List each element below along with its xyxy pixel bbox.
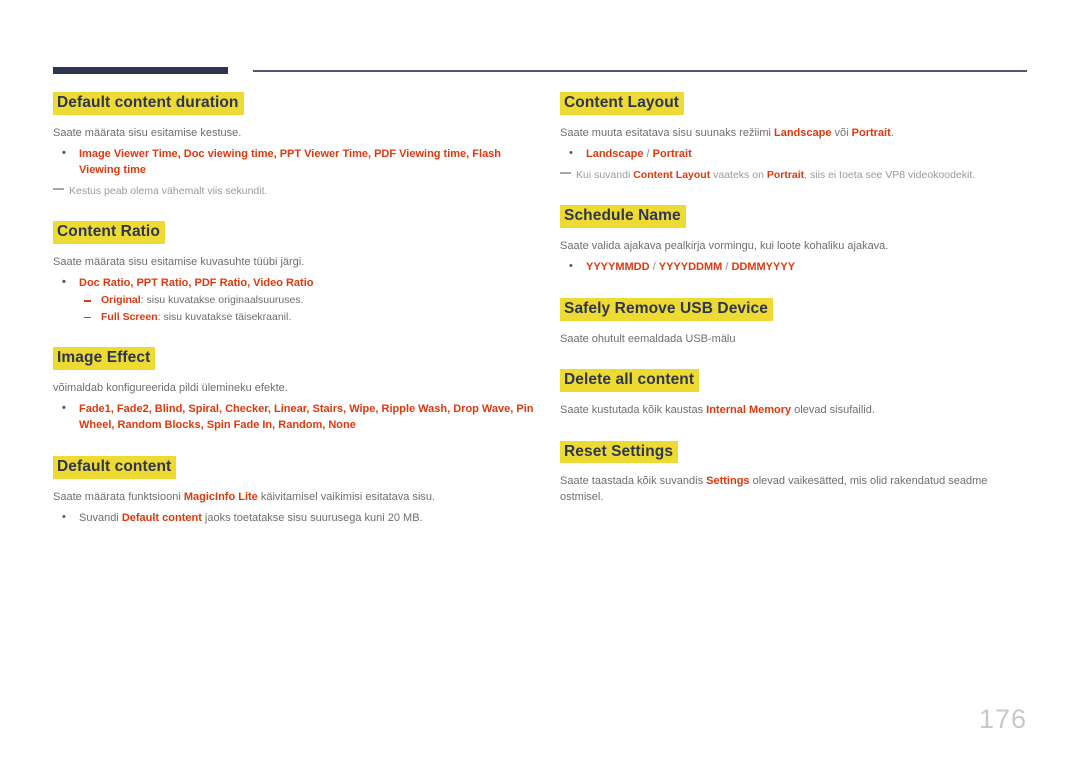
- intro-post: olevad sisufailid.: [791, 403, 875, 416]
- list-item-post: jaoks toetatakse sisu suurusega kuni 20 …: [201, 512, 423, 525]
- intro-pre: Saate taastada kõik suvandis: [560, 475, 707, 488]
- section-heading: Default content: [53, 456, 543, 479]
- intro-post: käivitamisel vaikimisi esitatava sisu.: [257, 490, 436, 503]
- bullet-list: Landscape / Portrait: [560, 146, 1030, 163]
- section-reset-settings: Reset Settings Saate taastada kõik suvan…: [560, 440, 1030, 506]
- section-heading-text: Delete all content: [560, 369, 700, 392]
- intro-term-landscape: Landscape: [774, 126, 832, 139]
- header-rule-thick: [53, 67, 228, 74]
- section-default-content-duration: Default content duration Saate määrata s…: [53, 92, 543, 199]
- list-item: Fade1, Fade2, Blind, Spiral, Checker, Li…: [53, 401, 543, 434]
- section-intro-text: Saate muuta esitatava sisu suunaks režii…: [560, 126, 1030, 142]
- list-item: Suvandi Default content jaoks toetatakse…: [53, 510, 543, 527]
- note-term-content-layout: Content Layout: [633, 169, 711, 182]
- section-intro-text: Saate määrata sisu esitamise kuvasuhte t…: [53, 255, 305, 268]
- sub-list-item: Full Screen: sisu kuvatakse täisekraanil…: [79, 310, 543, 326]
- intro-post: .: [890, 126, 894, 139]
- section-heading: Delete all content: [560, 369, 1030, 392]
- sub-list-item-text: : sisu kuvatakse täisekraanil.: [157, 310, 292, 323]
- sub-list-item-term: Original: [101, 294, 141, 307]
- section-intro-text: Saate määrata funktsiooni MagicInfo Lite…: [53, 490, 543, 506]
- format-option-2: YYYYDDMM: [658, 261, 723, 274]
- intro-mid: või: [831, 126, 852, 139]
- note-mid: vaateks on: [710, 169, 767, 182]
- option-separator: /: [649, 261, 659, 274]
- section-content-ratio: Content Ratio Saate määrata sisu esitami…: [53, 221, 543, 325]
- section-intro-text: Saate kustutada kõik kaustas Internal Me…: [560, 403, 1030, 419]
- note-pre: Kui suvandi: [576, 169, 634, 182]
- section-heading: Content Layout: [560, 92, 1030, 115]
- sub-list-item-text: : sisu kuvatakse originaalsuuruses.: [140, 294, 304, 307]
- sub-list-item: Original: sisu kuvatakse originaalsuurus…: [79, 293, 543, 309]
- intro-pre: Saate kustutada kõik kaustas: [560, 403, 707, 416]
- section-heading-text: Default content duration: [53, 92, 244, 115]
- section-heading: Safely Remove USB Device: [560, 298, 1030, 321]
- intro-term-portrait: Portrait: [851, 126, 891, 139]
- section-intro-text: Saate ohutult eemaldada USB-mälu: [560, 332, 736, 345]
- page-number: 176: [978, 704, 1027, 734]
- section-heading: Image Effect: [53, 347, 543, 370]
- section-default-content: Default content Saate määrata funktsioon…: [53, 456, 543, 527]
- intro-term: MagicInfo Lite: [183, 490, 258, 503]
- sub-list-item-term: Full Screen: [101, 310, 158, 323]
- section-heading-text: Schedule Name: [560, 205, 686, 228]
- option-landscape: Landscape: [586, 148, 644, 161]
- format-option-3: DDMMYYYY: [731, 261, 796, 274]
- section-intro-text: Saate valida ajakava pealkirja vormingu,…: [560, 239, 889, 252]
- section-heading: Content Ratio: [53, 221, 543, 244]
- section-schedule-name: Schedule Name Saate valida ajakava pealk…: [560, 205, 1030, 276]
- bullet-list: Doc Ratio, PPT Ratio, PDF Ratio, Video R…: [53, 275, 543, 325]
- list-item: Landscape / Portrait: [560, 146, 1030, 163]
- list-item-pre: Suvandi: [79, 512, 122, 525]
- list-item: Image Viewer Time, Doc viewing time, PPT…: [53, 146, 543, 179]
- section-image-effect: Image Effect võimaldab konfigureerida pi…: [53, 347, 543, 434]
- option-portrait: Portrait: [652, 148, 692, 161]
- section-note: Kui suvandi Content Layout vaateks on Po…: [560, 168, 1030, 183]
- section-intro-text: võimaldab konfigureerida pildi ülemineku…: [53, 381, 288, 394]
- intro-pre: Saate muuta esitatava sisu suunaks režii…: [560, 126, 774, 139]
- note-term-portrait: Portrait: [766, 169, 805, 182]
- intro-term-settings: Settings: [706, 475, 750, 488]
- bullet-list: YYYYMMDD / YYYYDDMM / DDMMYYYY: [560, 259, 1030, 276]
- section-note: Kestus peab olema vähemalt viis sekundit…: [53, 184, 543, 199]
- list-item-term: Default content: [121, 512, 202, 525]
- bullet-list: Suvandi Default content jaoks toetatakse…: [53, 510, 543, 527]
- list-item: Doc Ratio, PPT Ratio, PDF Ratio, Video R…: [53, 275, 543, 325]
- section-heading-text: Reset Settings: [560, 440, 679, 464]
- section-heading-text: Content Ratio: [53, 221, 165, 244]
- page-header-rules: [0, 0, 1080, 90]
- intro-pre: Saate määrata funktsiooni: [53, 490, 184, 503]
- sub-bullet-list: Original: sisu kuvatakse originaalsuurus…: [79, 293, 543, 325]
- list-item: YYYYMMDD / YYYYDDMM / DDMMYYYY: [560, 259, 1030, 276]
- section-safely-remove-usb-device: Safely Remove USB Device Saate ohutult e…: [560, 298, 1030, 347]
- section-heading-text: Safely Remove USB Device: [560, 298, 773, 321]
- section-intro-text: Saate taastada kõik suvandis Settings ol…: [560, 474, 1030, 505]
- list-item-label: Doc Ratio, PPT Ratio, PDF Ratio, Video R…: [79, 277, 314, 290]
- section-heading-text: Default content: [53, 456, 177, 479]
- bullet-list: Fade1, Fade2, Blind, Spiral, Checker, Li…: [53, 401, 543, 434]
- option-separator: /: [643, 148, 653, 161]
- section-heading: Reset Settings: [560, 440, 1030, 464]
- left-column: Default content duration Saate määrata s…: [53, 92, 543, 549]
- section-heading: Schedule Name: [560, 205, 1030, 228]
- header-rule-thin: [253, 70, 1027, 72]
- section-heading-text: Image Effect: [53, 347, 156, 370]
- right-column: Content Layout Saate muuta esitatava sis…: [560, 92, 1030, 527]
- section-heading-text: Content Layout: [560, 92, 685, 115]
- bullet-list: Image Viewer Time, Doc viewing time, PPT…: [53, 146, 543, 179]
- note-post: , siis ei toeta see VP8 videokoodekit.: [804, 169, 976, 182]
- section-delete-all-content: Delete all content Saate kustutada kõik …: [560, 369, 1030, 418]
- section-heading: Default content duration: [53, 92, 543, 115]
- intro-term-internal-memory: Internal Memory: [706, 403, 792, 416]
- format-option-1: YYYYMMDD: [586, 261, 650, 274]
- section-intro-text: Saate määrata sisu esitamise kestuse.: [53, 126, 242, 139]
- manual-page: Default content duration Saate määrata s…: [0, 0, 1080, 763]
- section-content-layout: Content Layout Saate muuta esitatava sis…: [560, 92, 1030, 183]
